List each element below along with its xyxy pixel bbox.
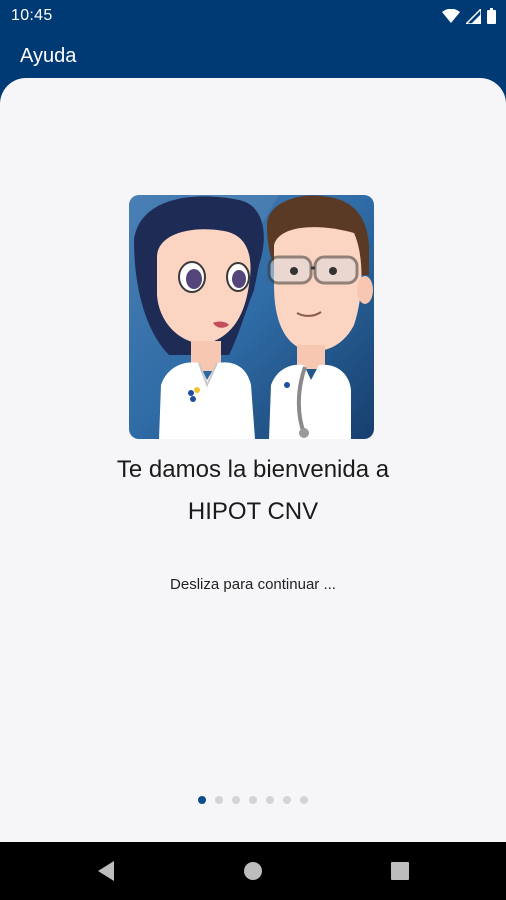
page-indicator: [0, 796, 506, 804]
back-button[interactable]: [94, 859, 118, 883]
page-dot-2[interactable]: [215, 796, 223, 804]
page-dot-7[interactable]: [300, 796, 308, 804]
welcome-title-line1: Te damos la bienvenida a: [116, 456, 390, 483]
back-icon: [98, 861, 114, 881]
page-dot-3[interactable]: [232, 796, 240, 804]
home-button[interactable]: [241, 859, 265, 883]
battery-icon: [487, 8, 496, 24]
navigation-bar: [0, 842, 506, 900]
welcome-title-line2: HIPOT CNV: [187, 498, 319, 525]
status-icons: [442, 7, 496, 25]
onboarding-card[interactable]: Te damos la bienvenida a HIPOT CNV Desli…: [0, 78, 506, 842]
page-dot-6[interactable]: [283, 796, 291, 804]
nurse-and-doctor-illustration: [129, 195, 374, 439]
recents-button[interactable]: [388, 859, 412, 883]
recents-icon: [391, 862, 409, 880]
page-dot-1[interactable]: [198, 796, 206, 804]
cell-signal-icon: [466, 8, 481, 24]
status-bar: 10:45: [0, 0, 506, 32]
page-dot-4[interactable]: [249, 796, 257, 804]
app-title: Ayuda: [20, 45, 77, 67]
home-icon: [244, 862, 262, 880]
wifi-icon: [442, 9, 460, 23]
swipe-hint: Desliza para continuar ...: [170, 576, 336, 593]
page-dot-5[interactable]: [266, 796, 274, 804]
app-bar: Ayuda: [0, 32, 506, 80]
welcome-title: Te damos la bienvenida a HIPOT CNV: [0, 449, 506, 533]
status-time: 10:45: [11, 7, 53, 24]
